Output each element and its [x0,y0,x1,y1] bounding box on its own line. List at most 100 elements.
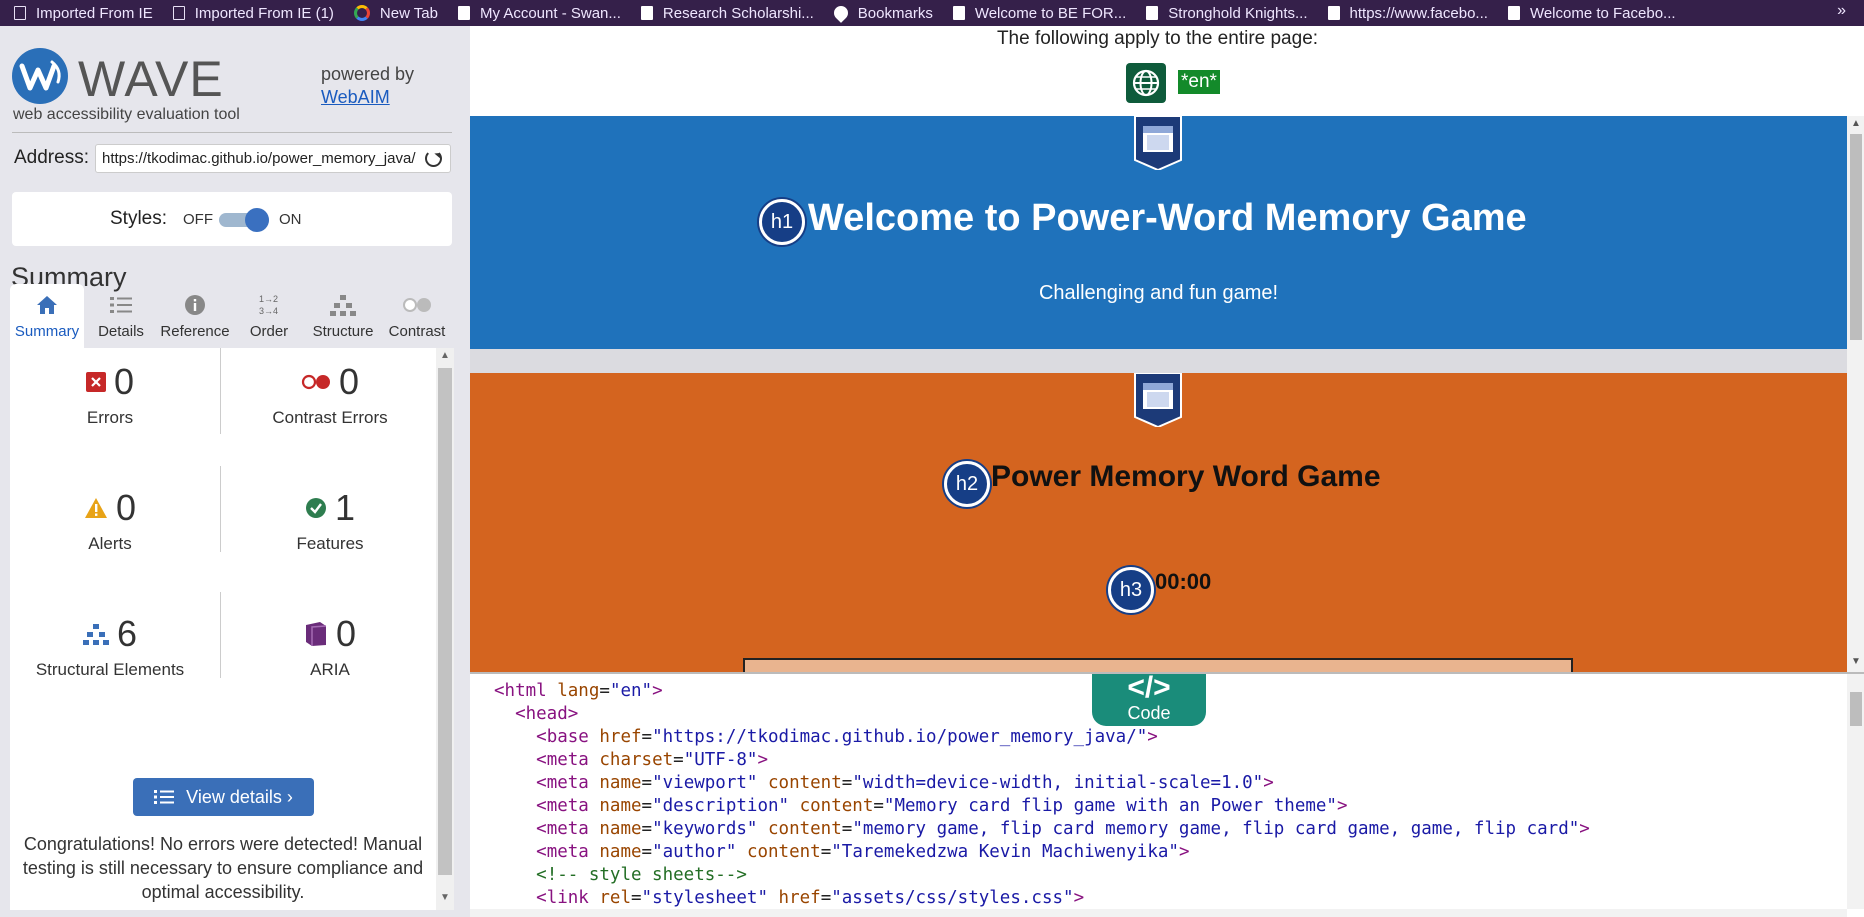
tab-order[interactable]: 1→2 3→4 Order [232,284,306,348]
scroll-down-arrow-icon[interactable]: ▼ [1851,656,1861,667]
bookmark-label: Welcome to Facebo... [1529,4,1676,22]
wave-title: WAVE [78,51,224,107]
bookmark-item[interactable]: Welcome to BE FOR... [952,4,1127,22]
section-gap [470,349,1847,373]
contrast-errors-label: Contrast Errors [272,408,388,427]
svg-text:3→4: 3→4 [259,306,278,316]
styles-on-label: ON [279,211,302,228]
scroll-up-arrow-icon[interactable]: ▲ [440,350,450,361]
bookmark-label: Imported From IE (1) [194,4,334,22]
header-divider [12,132,452,133]
page-preview: The following apply to the entire page: … [470,26,1864,672]
h2-heading-badge[interactable]: h2 [944,461,990,507]
styles-toggle-box: Styles: OFF ON [12,192,452,246]
source-code: <html lang="en"> <head> <base href="http… [494,681,1590,908]
bookmark-item[interactable]: Bookmarks [830,3,933,23]
aria-stat[interactable]: 0 ARIA [230,613,430,680]
scroll-up-arrow-icon[interactable]: ▲ [1851,118,1861,129]
bookmark-label: Stronghold Knights... [1168,4,1308,22]
code-scrollbar[interactable] [1847,674,1864,909]
page-level-note: The following apply to the entire page: [996,28,1319,49]
errors-stat[interactable]: 0 Errors [10,361,210,428]
contrast-errors-count: 0 [338,361,360,402]
code-panel: <html lang="en"> <head> <base href="http… [470,672,1864,917]
bookmark-item[interactable]: https://www.facebo... [1327,4,1488,22]
h3-heading-badge[interactable]: h3 [1108,567,1154,613]
bookmark-label: My Account - Swan... [480,4,621,22]
code-scroll-thumb[interactable] [1850,692,1862,726]
tab-summary[interactable]: Summary [10,284,84,348]
structure-icon [82,624,109,645]
language-globe-icon[interactable] [1126,63,1166,103]
page-icon [1327,6,1340,20]
aria-icon [305,622,327,646]
bookmark-item[interactable]: Imported From IE (1) [172,4,334,22]
bookmark-label: Welcome to BE FOR... [974,4,1127,22]
errors-label: Errors [86,408,134,427]
tab-reference[interactable]: Reference [158,284,232,348]
bookmark-label: Bookmarks [857,4,933,22]
language-badge: *en* [1178,70,1220,94]
wave-logo-icon [12,48,68,104]
bookmark-item[interactable]: Research Scholarshi... [640,5,814,22]
google-icon [353,5,370,21]
bookmark-item[interactable]: Stronghold Knights... [1146,4,1308,22]
tab-label: Details [98,323,144,340]
main-landmark-icon[interactable] [1133,372,1183,429]
folder-icon [172,6,185,20]
styles-toggle-switch[interactable] [219,208,269,232]
structure-icon [306,290,380,320]
info-icon [158,290,232,320]
preview-scroll-thumb[interactable] [1850,134,1862,340]
alert-icon [84,498,107,518]
page-heading-h1: Welcome to Power-Word Memory Game [808,197,1527,239]
bookmark-item[interactable]: My Account - Swan... [458,5,621,22]
address-input[interactable] [95,144,451,173]
webaim-link[interactable]: WebAIM [321,87,390,108]
bookmarks-bar: Imported From IE Imported From IE (1) New … [0,0,1864,26]
game-heading-h2: Power Memory Word Game [991,460,1381,493]
tab-structure[interactable]: Structure [306,284,380,348]
bookmark-item[interactable]: Welcome to Facebo... [1507,4,1676,22]
aria-count: 0 [335,613,357,654]
refresh-icon[interactable] [425,150,442,167]
game-board [743,658,1573,672]
features-count: 1 [334,487,356,528]
powered-by-text: powered by [321,64,415,84]
svg-text:1→2: 1→2 [259,294,278,304]
tab-contrast[interactable]: Contrast [380,284,454,348]
bookmark-item[interactable]: New Tab [353,5,438,22]
contrast-error-icon [301,374,330,390]
summary-scrollbar[interactable]: ▲ ▼ [436,348,454,910]
code-toggle-button[interactable]: </> Code [1092,674,1206,726]
tab-details[interactable]: Details [84,284,158,348]
page-icon [1507,6,1520,20]
congratulations-message: Congratulations! No errors were detected… [22,834,424,902]
page-subtitle: Challenging and fun game! [1038,282,1279,304]
h1-heading-badge[interactable]: h1 [759,199,805,245]
contrast-icon [380,290,454,320]
bookmark-item[interactable]: Imported From IE [14,5,153,22]
tab-label: Summary [14,323,80,340]
code-horizontal-scrollbar[interactable] [470,909,1847,917]
wave-tagline: web accessibility evaluation tool [13,106,240,123]
alerts-stat[interactable]: 0 Alerts [10,487,210,554]
structural-stat[interactable]: 6 Structural Elements [10,613,210,680]
styles-off-label: OFF [183,211,213,228]
features-stat[interactable]: 1 Features [230,487,430,554]
order-icon: 1→2 3→4 [232,290,306,320]
summary-scroll-thumb[interactable] [438,368,452,875]
timer-heading-h3: 00:00 [1155,569,1212,594]
features-label: Features [296,534,364,553]
heart-icon [830,3,851,23]
scroll-down-arrow-icon[interactable]: ▼ [440,892,450,903]
header-landmark-icon[interactable] [1133,115,1183,172]
stat-divider [220,592,221,678]
code-tab-label: Code [1127,703,1171,723]
contrast-errors-stat[interactable]: 0 Contrast Errors [230,361,430,428]
view-details-button[interactable]: View details › [133,778,314,816]
bookmark-label: https://www.facebo... [1349,4,1488,22]
structural-count: 6 [116,613,138,654]
bookmarks-overflow-button[interactable]: » [1837,2,1846,20]
preview-scrollbar[interactable]: ▲ ▼ [1847,116,1864,672]
